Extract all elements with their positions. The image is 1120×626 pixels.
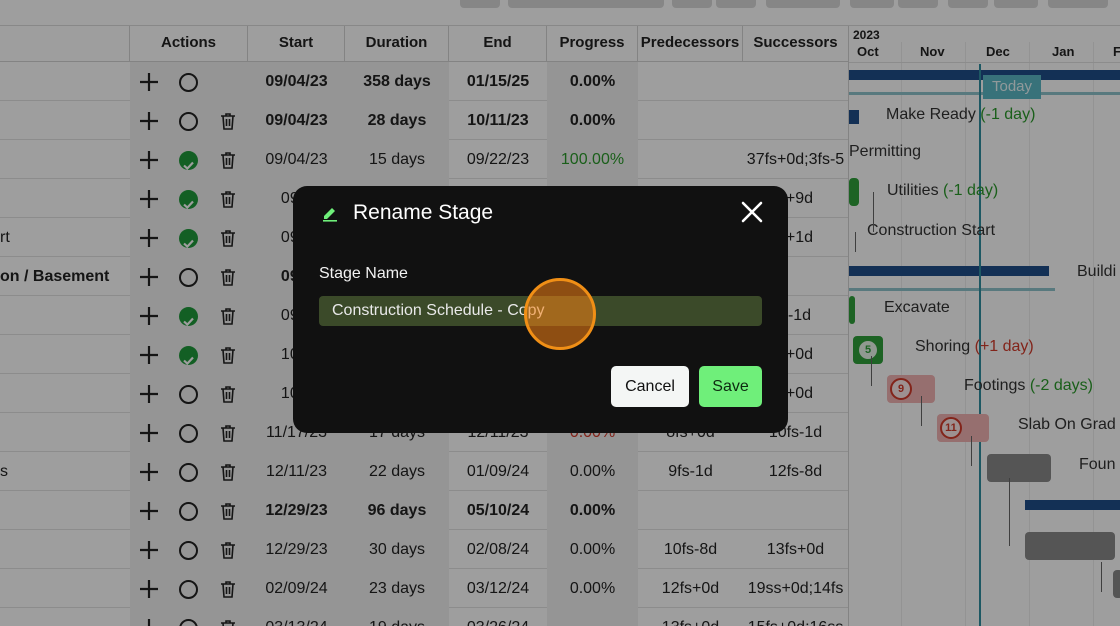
pencil-icon: [323, 208, 337, 222]
click-indicator: [524, 278, 596, 350]
cancel-button[interactable]: Cancel: [611, 366, 689, 407]
close-icon[interactable]: [740, 200, 764, 224]
save-button[interactable]: Save: [699, 366, 762, 407]
stage-name-label: Stage Name: [319, 265, 408, 282]
dialog-title: Rename Stage: [353, 201, 494, 224]
